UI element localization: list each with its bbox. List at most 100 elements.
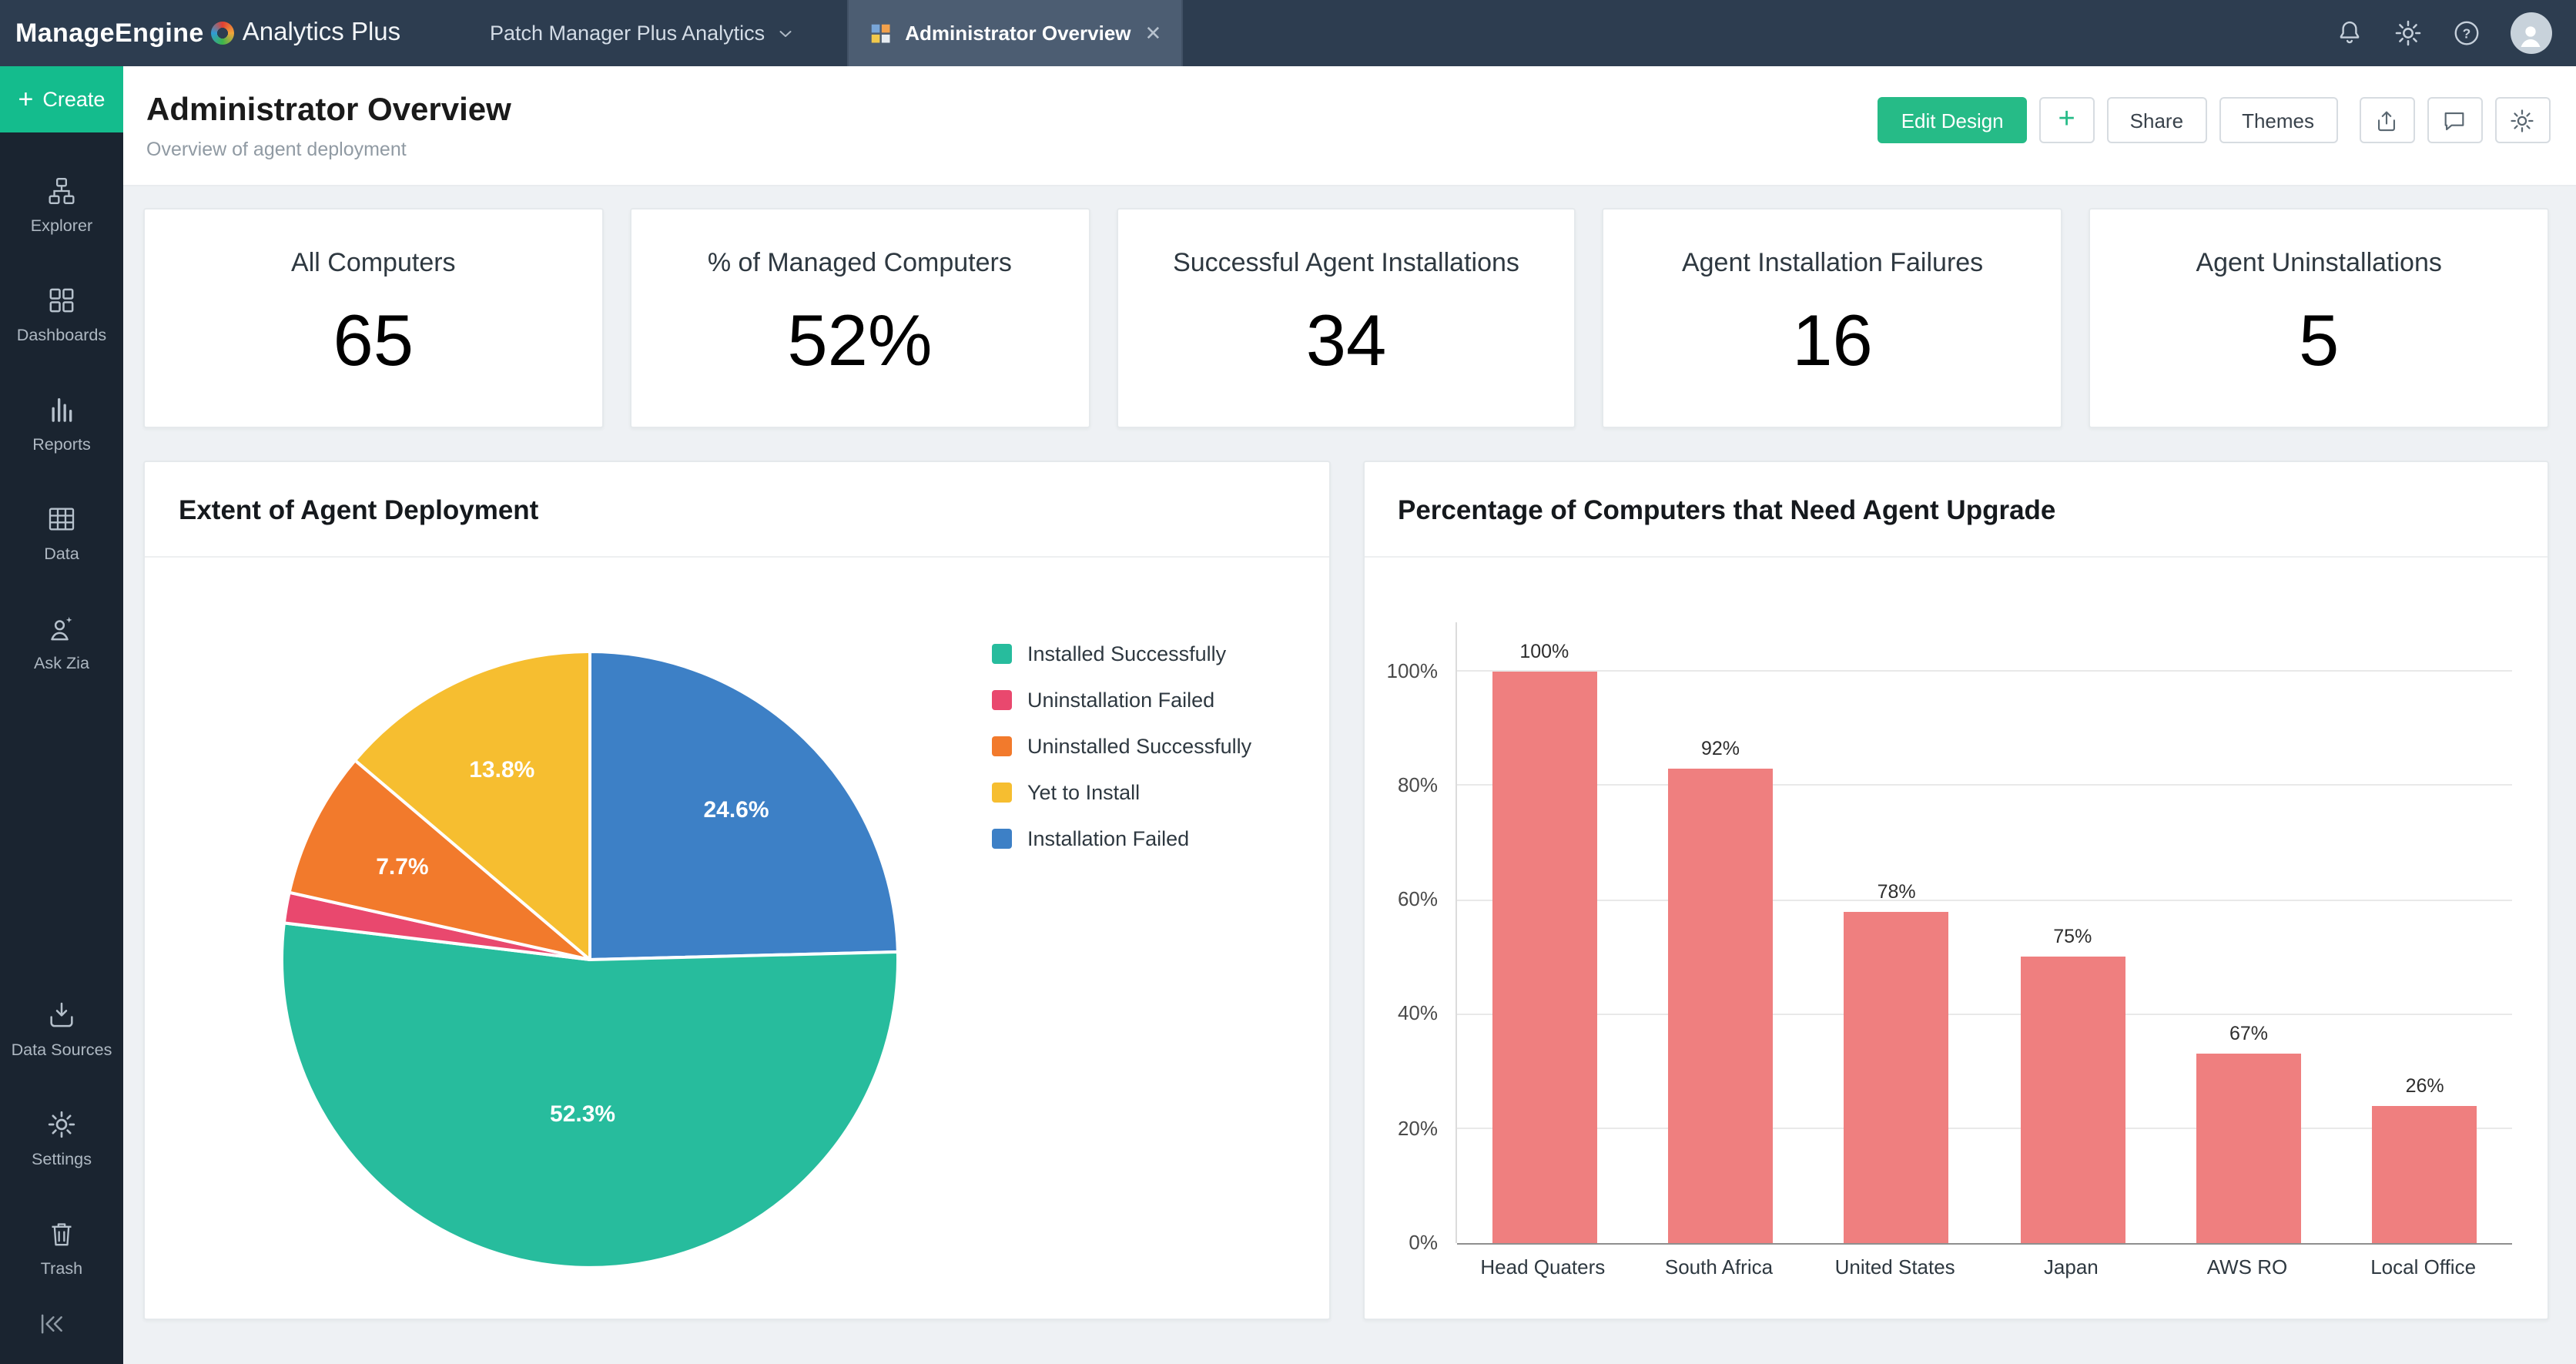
sidebar-item-ask-zia[interactable]: Ask Zia (0, 588, 123, 698)
bar-panel-body: 0%20%40%60%80%100% 100%92%78%75%67%26% H… (1364, 558, 2548, 1320)
sidebar-item-explorer[interactable]: Explorer (0, 151, 123, 260)
bar-plot-area: 100%92%78%75%67%26% (1455, 622, 2512, 1243)
legend-item-installed-successfully[interactable]: Installed Successfully (992, 642, 1251, 665)
kpi-card-installation-failures: Agent Installation Failures 16 (1603, 208, 2063, 428)
y-tick-label: 40% (1398, 1002, 1438, 1025)
sidebar-spacer (0, 698, 123, 974)
workspace-selector[interactable]: Patch Manager Plus Analytics (490, 22, 794, 45)
brand-logo[interactable]: ManageEngine Analytics Plus (15, 18, 404, 49)
bar-panel-title: Percentage of Computers that Need Agent … (1364, 462, 2548, 558)
gridline-0% (1456, 1242, 2512, 1244)
pie-panel-title: Extent of Agent Deployment (145, 462, 1328, 558)
person-icon (2515, 20, 2546, 51)
legend-label: Yet to Install (1027, 781, 1140, 804)
kpi-value: 65 (333, 297, 414, 382)
sidebar-item-label: Trash (41, 1259, 82, 1278)
legend-label: Uninstallation Failed (1027, 689, 1214, 712)
pie-panel-body: 24.6%52.3%7.7%13.8% Installed Successful… (145, 558, 1328, 1320)
dashboard-settings-button[interactable] (2494, 97, 2550, 143)
topbar-actions (2334, 12, 2551, 54)
data-table-icon (46, 504, 77, 535)
kpi-card-uninstallations: Agent Uninstallations 5 (2089, 208, 2549, 428)
y-tick-label: 100% (1387, 659, 1439, 682)
page-title: Administrator Overview (146, 92, 511, 129)
kpi-value: 52% (787, 297, 932, 382)
bar-local-office[interactable] (2373, 1106, 2477, 1243)
create-button-label: Create (42, 88, 105, 111)
notifications-bell-icon[interactable] (2334, 18, 2363, 48)
tab-administrator-overview[interactable]: Administrator Overview ✕ (846, 0, 1183, 66)
close-icon[interactable]: ✕ (1145, 21, 1162, 45)
settings-gear-icon[interactable] (2393, 18, 2422, 48)
sidebar-item-label: Settings (32, 1150, 92, 1168)
pie-slice-label: 24.6% (703, 797, 769, 823)
user-avatar[interactable] (2510, 12, 2551, 54)
y-tick-label: 80% (1398, 773, 1438, 796)
ask-zia-icon (46, 613, 77, 644)
legend-item-uninstallation-failed[interactable]: Uninstallation Failed (992, 689, 1251, 712)
bar-value-label: 75% (1985, 927, 2161, 948)
comments-button[interactable] (2427, 97, 2482, 143)
legend-item-yet-to-install[interactable]: Yet to Install (992, 781, 1251, 804)
pie-chart-panel: Extent of Agent Deployment 24.6%52.3%7.7… (143, 461, 1330, 1320)
bar-value-label: 26% (2336, 1075, 2513, 1097)
bar-x-axis-labels: Head QuatersSouth AfricaUnited StatesJap… (1455, 1255, 2512, 1289)
bar-head-quaters[interactable] (1492, 671, 1596, 1243)
sidebar-collapse[interactable] (0, 1302, 123, 1364)
data-sources-icon (46, 999, 77, 1030)
sidebar-item-reports[interactable]: Reports (0, 370, 123, 479)
dashboard-content: All Computers 65 % of Managed Computers … (123, 186, 2576, 1364)
create-button[interactable]: + Create (0, 66, 123, 132)
header-actions: Edit Design + Share Themes (1878, 97, 2550, 143)
kpi-value: 16 (1792, 297, 1873, 382)
legend-label: Installation Failed (1027, 827, 1189, 850)
sidebar-item-dashboards[interactable]: Dashboards (0, 260, 123, 370)
workspace-name: Patch Manager Plus Analytics (490, 22, 765, 45)
main-area: Administrator Overview Overview of agent… (123, 66, 2576, 1364)
trash-icon (46, 1218, 77, 1248)
share-button[interactable]: Share (2107, 97, 2206, 143)
export-button[interactable] (2359, 97, 2414, 143)
kpi-value: 34 (1306, 297, 1387, 382)
x-tick-label: AWS RO (2159, 1255, 2336, 1279)
brand-product: Analytics Plus (243, 18, 400, 48)
tab-label: Administrator Overview (905, 22, 1131, 45)
legend-item-installation-failed[interactable]: Installation Failed (992, 827, 1251, 850)
sidebar-item-settings[interactable]: Settings (0, 1084, 123, 1193)
legend-item-uninstalled-successfully[interactable]: Uninstalled Successfully (992, 735, 1251, 758)
bar-chart-panel: Percentage of Computers that Need Agent … (1362, 461, 2549, 1320)
bar-japan[interactable] (2020, 957, 2125, 1243)
sidebar: + Create Explorer Dashboards Reports (0, 66, 123, 1364)
legend-swatch (992, 644, 1012, 664)
bar-united-states[interactable] (1844, 911, 1949, 1243)
bar-value-label: 100% (1456, 640, 1633, 662)
export-icon (2373, 107, 2400, 133)
legend-label: Installed Successfully (1027, 642, 1226, 665)
pie-slice-installed-successfully[interactable] (282, 923, 898, 1268)
gridline-40% (1456, 1014, 2512, 1015)
y-tick-label: 20% (1398, 1116, 1438, 1139)
bar-south-africa[interactable] (1668, 768, 1773, 1243)
add-button[interactable]: + (2039, 97, 2095, 143)
bar-aws-ro[interactable] (2196, 1054, 2301, 1243)
help-icon[interactable] (2451, 18, 2481, 48)
sidebar-item-data[interactable]: Data (0, 479, 123, 588)
sidebar-item-label: Explorer (31, 217, 92, 236)
themes-button[interactable]: Themes (2219, 97, 2337, 143)
sidebar-item-data-sources[interactable]: Data Sources (0, 974, 123, 1084)
edit-design-button[interactable]: Edit Design (1878, 97, 2027, 143)
kpi-title: Agent Uninstallations (2196, 248, 2441, 279)
x-tick-label: United States (1807, 1255, 1983, 1279)
kpi-card-all-computers: All Computers 65 (143, 208, 604, 428)
kpi-value: 5 (2299, 297, 2339, 382)
sidebar-item-trash[interactable]: Trash (0, 1193, 123, 1302)
legend-label: Uninstalled Successfully (1027, 735, 1251, 758)
plus-icon: + (18, 86, 34, 112)
legend-swatch (992, 690, 1012, 710)
sidebar-item-label: Data Sources (12, 1041, 112, 1059)
bar-value-label: 67% (2161, 1024, 2337, 1045)
kpi-title: % of Managed Computers (708, 248, 1012, 279)
gear-icon (46, 1108, 77, 1139)
x-tick-label: Japan (1983, 1255, 2159, 1279)
dashboards-grid-icon (46, 285, 77, 316)
